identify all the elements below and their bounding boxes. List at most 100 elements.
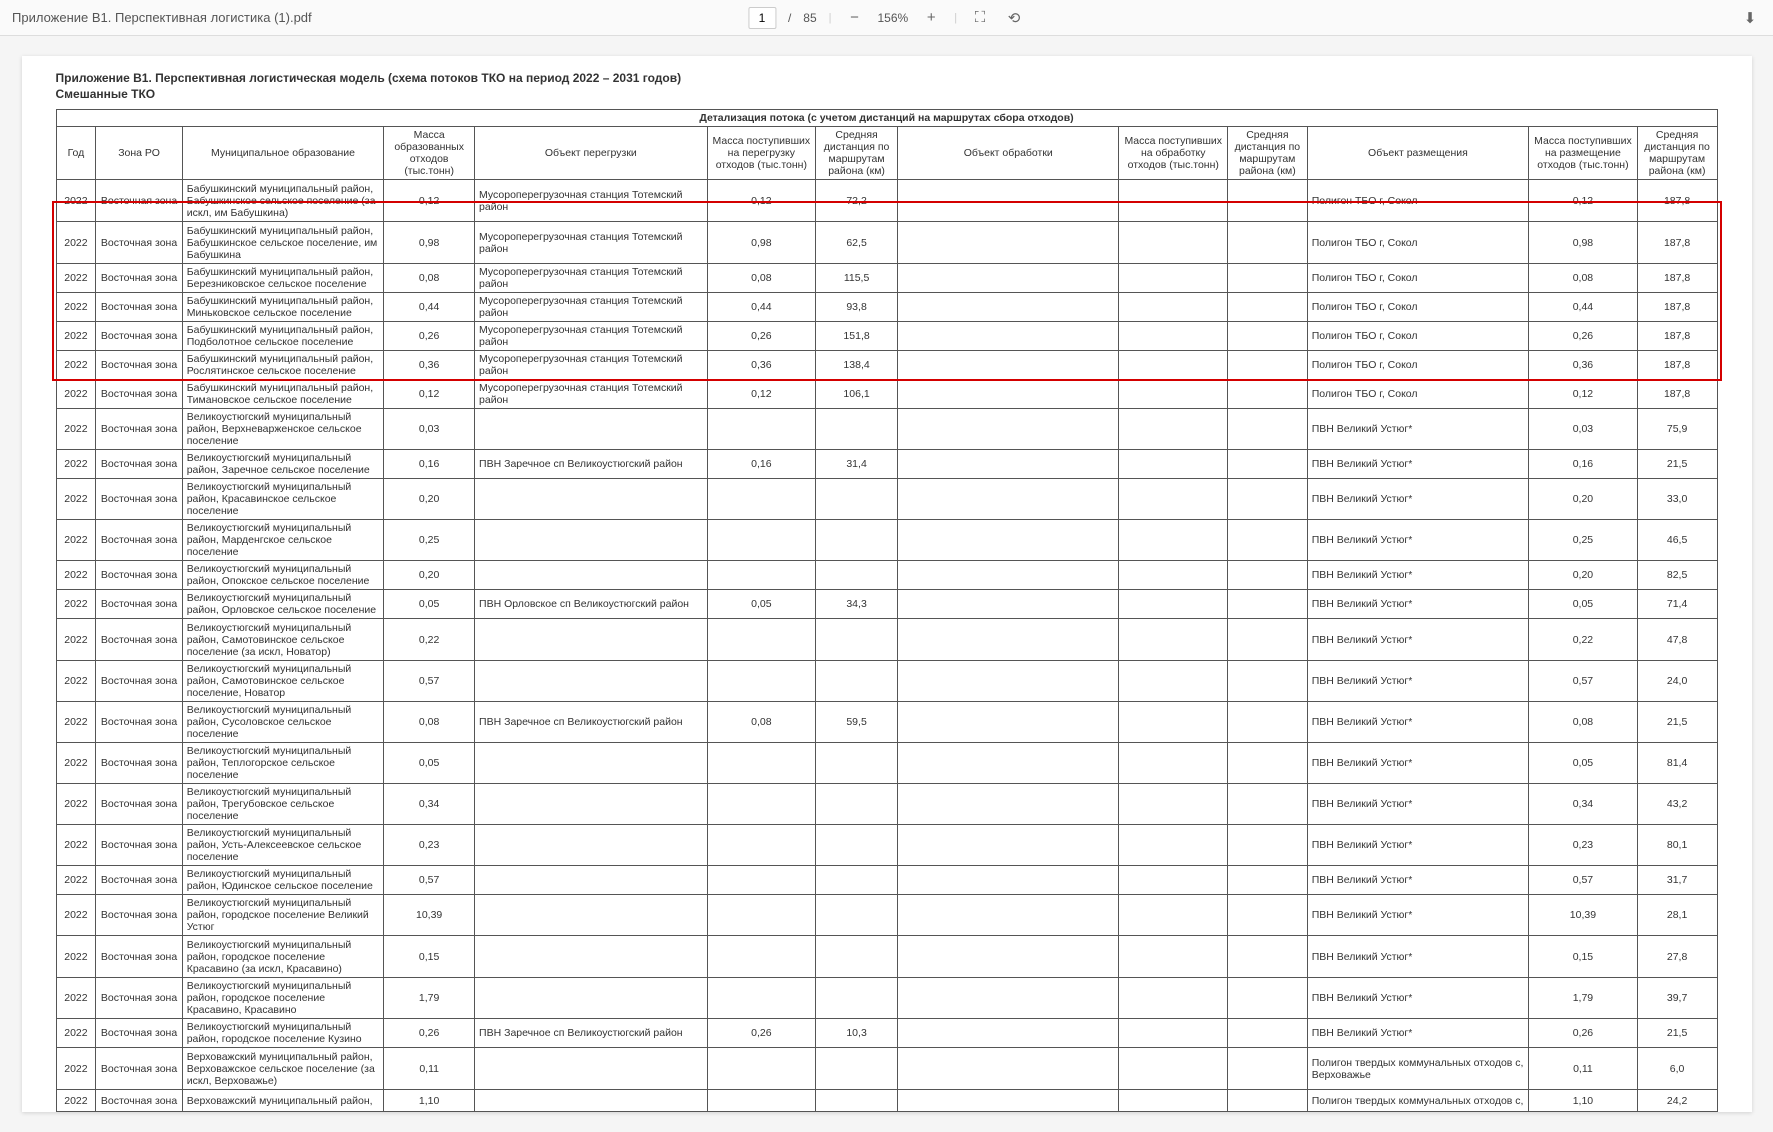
table-cell: 0,23: [1529, 825, 1638, 866]
table-cell: 0,57: [384, 661, 475, 702]
table-row: 2022Восточная зонаВеликоустюгский муници…: [56, 450, 1717, 479]
table-cell: [816, 409, 898, 450]
table-cell: Восточная зона: [96, 520, 182, 561]
table-cell: 187,8: [1637, 322, 1717, 351]
table-row: 2022Восточная зонаВерховажский муниципал…: [56, 1048, 1717, 1090]
table-cell: [1228, 450, 1308, 479]
table-cell: 2022: [56, 784, 96, 825]
col-obj-transfer: Объект перегрузки: [475, 127, 708, 180]
table-cell: Мусороперегрузочная станция Тотемский ра…: [475, 351, 708, 380]
table-row: 2022Восточная зонаВеликоустюгский муници…: [56, 590, 1717, 619]
table-cell: 0,26: [707, 322, 816, 351]
table-cell: Полигон ТБО г, Сокол: [1307, 322, 1528, 351]
table-cell: [898, 264, 1119, 293]
zoom-in-button[interactable]: +: [920, 7, 942, 29]
table-cell: [1228, 590, 1308, 619]
table-cell: [1228, 1019, 1308, 1048]
table-cell: [1228, 978, 1308, 1019]
table-cell: [816, 561, 898, 590]
table-cell: 0,05: [1529, 590, 1638, 619]
table-cell: [898, 866, 1119, 895]
table-cell: 1,10: [1529, 1090, 1638, 1112]
table-cell: [475, 743, 708, 784]
table-cell: 2022: [56, 264, 96, 293]
table-cell: Восточная зона: [96, 743, 182, 784]
rotate-button[interactable]: ⟲: [1003, 7, 1025, 29]
table-cell: [707, 978, 816, 1019]
table-cell: [707, 936, 816, 978]
table-cell: 72,2: [816, 180, 898, 222]
table-cell: 27,8: [1637, 936, 1717, 978]
table-cell: 2022: [56, 520, 96, 561]
table-cell: 187,8: [1637, 180, 1717, 222]
table-cell: 33,0: [1637, 479, 1717, 520]
col-mass-transfer: Масса поступивших на перегрузку отходов …: [707, 127, 816, 180]
table-cell: [1228, 479, 1308, 520]
table-cell: [1228, 936, 1308, 978]
table-cell: 21,5: [1637, 450, 1717, 479]
table-row: 2022Восточная зонаБабушкинский муниципал…: [56, 322, 1717, 351]
table-cell: Восточная зона: [96, 380, 182, 409]
table-cell: [1228, 351, 1308, 380]
download-button[interactable]: ⬇: [1739, 7, 1761, 29]
table-cell: 0,25: [1529, 520, 1638, 561]
table-cell: 0,16: [1529, 450, 1638, 479]
table-cell: [898, 590, 1119, 619]
table-cell: [816, 1090, 898, 1112]
table-cell: [816, 978, 898, 1019]
table-cell: [898, 1090, 1119, 1112]
table-cell: Восточная зона: [96, 895, 182, 936]
table-cell: [707, 1048, 816, 1090]
table-cell: [1119, 479, 1228, 520]
table-cell: 2022: [56, 479, 96, 520]
table-cell: Восточная зона: [96, 825, 182, 866]
table-cell: Великоустюгский муниципальный район, гор…: [182, 936, 384, 978]
table-cell: ПВН Великий Устюг*: [1307, 936, 1528, 978]
table-cell: [898, 479, 1119, 520]
table-cell: 2022: [56, 895, 96, 936]
table-header-row: Год Зона РО Муниципальное образование Ма…: [56, 127, 1717, 180]
logistics-table: Детализация потока (с учетом дистанций н…: [56, 109, 1718, 1112]
doc-title: Приложение В1. Перспективная логистическ…: [22, 71, 1752, 85]
table-cell: 0,03: [1529, 409, 1638, 450]
page-number-input[interactable]: [748, 7, 776, 29]
table-cell: 2022: [56, 380, 96, 409]
table-row: 2022Восточная зонаВеликоустюгский муници…: [56, 825, 1717, 866]
zoom-out-button[interactable]: −: [844, 7, 866, 29]
table-cell: 2022: [56, 450, 96, 479]
table-cell: Восточная зона: [96, 322, 182, 351]
table-cell: [475, 1090, 708, 1112]
table-cell: [475, 661, 708, 702]
table-cell: [816, 1048, 898, 1090]
table-cell: 0,20: [1529, 561, 1638, 590]
table-cell: ПВН Великий Устюг*: [1307, 784, 1528, 825]
table-cell: [816, 866, 898, 895]
table-cell: 187,8: [1637, 293, 1717, 322]
table-cell: [1228, 895, 1308, 936]
table-cell: 2022: [56, 978, 96, 1019]
table-cell: 31,4: [816, 450, 898, 479]
col-obj-proc: Объект обработки: [898, 127, 1119, 180]
table-cell: 0,08: [384, 264, 475, 293]
table-row: 2022Восточная зонаВеликоустюгский муници…: [56, 978, 1717, 1019]
table-cell: ПВН Великий Устюг*: [1307, 1019, 1528, 1048]
fit-page-button[interactable]: ⛶: [969, 7, 991, 29]
table-cell: 115,5: [816, 264, 898, 293]
table-row: 2022Восточная зонаВеликоустюгский муници…: [56, 409, 1717, 450]
table-cell: 0,98: [707, 222, 816, 264]
table-cell: ПВН Великий Устюг*: [1307, 479, 1528, 520]
page-viewport[interactable]: Приложение В1. Перспективная логистическ…: [0, 36, 1773, 1132]
table-row: 2022Восточная зонаБабушкинский муниципал…: [56, 380, 1717, 409]
table-cell: Великоустюгский муниципальный район, гор…: [182, 1019, 384, 1048]
table-row: 2022Восточная зонаБабушкинский муниципал…: [56, 351, 1717, 380]
table-cell: [475, 784, 708, 825]
table-cell: [898, 825, 1119, 866]
table-cell: Бабушкинский муниципальный район, Бабушк…: [182, 222, 384, 264]
pdf-page: Приложение В1. Перспективная логистическ…: [22, 56, 1752, 1112]
table-cell: [707, 661, 816, 702]
table-cell: 21,5: [1637, 702, 1717, 743]
table-cell: [1228, 561, 1308, 590]
table-row: 2022Восточная зонаБабушкинский муниципал…: [56, 180, 1717, 222]
table-cell: Восточная зона: [96, 450, 182, 479]
table-cell: 21,5: [1637, 1019, 1717, 1048]
